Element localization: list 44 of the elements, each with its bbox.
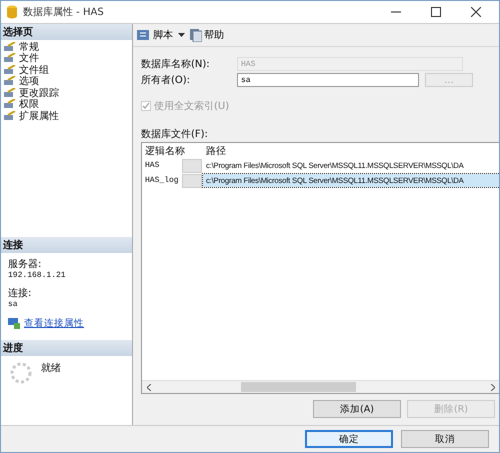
database-icon (7, 5, 17, 19)
horizontal-scrollbar[interactable] (142, 380, 499, 393)
view-connection-link[interactable]: 查看连接属性 (24, 317, 84, 330)
connection-value: sa (8, 300, 19, 309)
connection-label: 连接: (8, 286, 32, 300)
section-header: 连接 (1, 237, 132, 253)
window-title: 数据库属性 - HAS (23, 6, 104, 19)
spinner-icon (9, 361, 33, 385)
dropdown-caret-icon[interactable] (178, 33, 185, 37)
field-label: 所有者(O): (141, 74, 192, 87)
section-header: 选择页 (1, 24, 132, 40)
page-item[interactable]: 文件 (19, 51, 39, 66)
help-button[interactable]: 帮助 (190, 28, 224, 42)
cancel-button[interactable]: 取消 (401, 430, 489, 448)
help-icon (190, 28, 202, 42)
column-header: 路径 (205, 144, 227, 158)
cell-button[interactable] (182, 158, 202, 172)
page-item[interactable]: 扩展属性 (19, 108, 59, 123)
page-item[interactable]: 更改跟踪 (19, 86, 59, 100)
owner-field[interactable]: sa (237, 73, 419, 87)
column-header: 逻辑名称 (144, 144, 185, 158)
script-icon (137, 29, 151, 41)
add-button[interactable]: 添加(A) (313, 400, 401, 418)
progress-status: 就绪 (41, 362, 61, 375)
page-item[interactable]: 文件组 (19, 62, 49, 77)
page-item[interactable]: 常规 (19, 40, 39, 54)
cell-button[interactable] (182, 174, 202, 188)
table-cell-text: HAS_log (144, 176, 180, 185)
page-item[interactable]: 权限 (19, 97, 39, 112)
ok-button[interactable]: 确定 (305, 430, 393, 448)
server-value: 192.168.1.21 (8, 271, 67, 280)
files-label: 数据库文件(F): (141, 128, 209, 141)
page-item[interactable]: 选项 (19, 74, 39, 88)
server-label: 服务器: (8, 258, 42, 271)
checkbox-label: 使用全文索引(U) (154, 100, 230, 113)
section-header: 进度 (1, 340, 132, 356)
maximize-icon[interactable] (431, 7, 441, 17)
script-button[interactable]: 脚本 (137, 28, 173, 42)
table-cell-text: HAS (144, 161, 160, 170)
scroll-right-icon[interactable] (491, 384, 495, 390)
close-icon[interactable] (471, 7, 481, 17)
scroll-left-icon[interactable] (147, 384, 151, 390)
field-label: 数据库名称(N): (141, 58, 211, 71)
computer-icon (8, 318, 20, 329)
